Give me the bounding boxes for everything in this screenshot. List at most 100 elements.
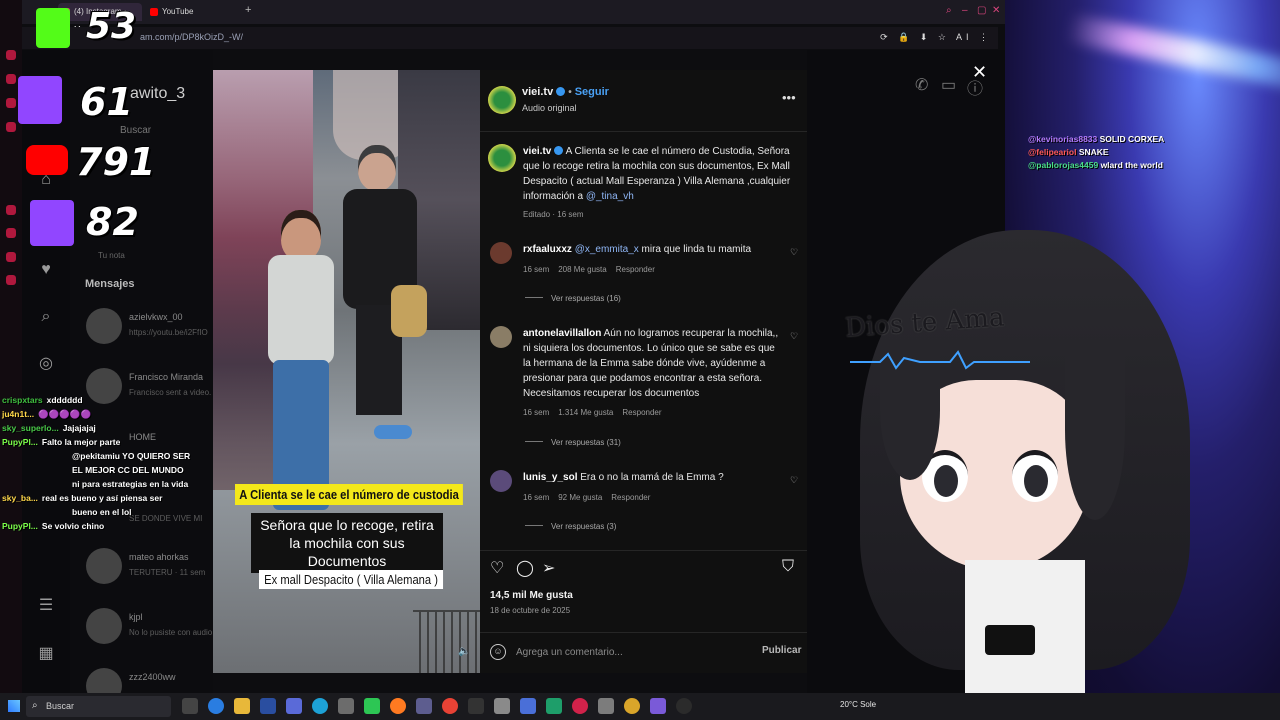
comment-time: 16 sem	[523, 265, 550, 274]
audio-link[interactable]: Audio original	[522, 103, 577, 113]
more-options-icon[interactable]: •••	[782, 90, 796, 105]
dm-item[interactable]: azielvkwx_00 https://youtu.be/i2FfIO	[86, 306, 213, 352]
phone-icon[interactable]: ✆	[915, 75, 928, 95]
app-icon[interactable]	[598, 698, 614, 714]
menu-icon[interactable]: ☰	[36, 596, 56, 616]
comment-text: antonelavillallon Aún no logramos recupe…	[523, 326, 783, 401]
publish-button[interactable]: Publicar	[762, 645, 801, 656]
app-icon[interactable]	[650, 698, 666, 714]
app-icon[interactable]	[286, 698, 302, 714]
apps-icon[interactable]: ▦	[36, 644, 56, 664]
search-icon[interactable]: ⌕	[36, 307, 56, 327]
sidebar-app-icon[interactable]	[6, 74, 16, 84]
dm-item[interactable]: mateo ahorkas TERUTERU · 11 sem	[86, 546, 213, 592]
new-tab-button[interactable]: +	[245, 4, 251, 16]
task-view-icon[interactable]	[182, 698, 198, 714]
like-comment-icon[interactable]: ♡	[790, 475, 798, 486]
note-label[interactable]: Tu nota	[98, 251, 125, 260]
app-icon[interactable]	[468, 698, 484, 714]
firefox-icon[interactable]	[390, 698, 406, 714]
explore-icon[interactable]: ◎	[36, 354, 56, 374]
avatar[interactable]	[488, 86, 516, 114]
dm-item[interactable]: kjpl No lo pusiste con audio	[86, 606, 213, 652]
like-comment-icon[interactable]: ♡	[790, 331, 798, 342]
comment-username[interactable]: antonelavillallon	[523, 328, 601, 339]
comment-likes[interactable]: 208 Me gusta	[558, 265, 606, 274]
file-explorer-icon[interactable]	[234, 698, 250, 714]
avatar[interactable]	[488, 144, 516, 172]
app-icon[interactable]	[338, 698, 354, 714]
app-icon[interactable]	[676, 698, 692, 714]
like-icon[interactable]: ♡	[490, 558, 504, 578]
sidebar-app-icon[interactable]	[6, 50, 16, 60]
like-comment-icon[interactable]: ♡	[790, 247, 798, 258]
app-icon[interactable]	[312, 698, 328, 714]
likes-count[interactable]: 14,5 mil Me gusta	[490, 590, 573, 601]
comment-username[interactable]: lunis_y_sol	[523, 472, 577, 483]
caption-username[interactable]: viei.tv	[523, 146, 551, 157]
edge-icon[interactable]	[208, 698, 224, 714]
sidebar-app-icon[interactable]	[6, 228, 16, 238]
search-input[interactable]: Buscar	[120, 125, 151, 136]
search-icon[interactable]: ⌕	[946, 5, 952, 16]
app-icon[interactable]	[494, 698, 510, 714]
chrome-icon[interactable]	[442, 698, 458, 714]
dm-name: Francisco Miranda	[129, 372, 204, 382]
taskbar-search[interactable]: ⌕ Buscar	[26, 696, 171, 717]
sidebar-app-icon[interactable]	[6, 205, 16, 215]
share-icon[interactable]: ➢	[542, 558, 555, 578]
opera-gx-icon[interactable]	[572, 698, 588, 714]
vscode-icon[interactable]	[260, 698, 276, 714]
mute-icon[interactable]: 🔈	[458, 646, 470, 657]
search-label: Buscar	[46, 701, 75, 711]
close-modal-icon[interactable]: ✕	[972, 62, 987, 83]
avatar[interactable]	[490, 242, 512, 264]
app-icon[interactable]	[520, 698, 536, 714]
comment-likes[interactable]: 92 Me gusta	[558, 493, 602, 502]
browser-window: (4) Instagram • Mens YouTube + ⌕ – ▢ ✕ a…	[0, 0, 1005, 704]
sidebar-app-icon[interactable]	[6, 252, 16, 262]
chat-text: Jajajajaj	[62, 423, 96, 433]
close-icon[interactable]: ✕	[992, 5, 1000, 16]
sidebar-app-icon[interactable]	[6, 122, 16, 132]
chat-message: sky_superlo... Jajajajaj	[2, 421, 217, 435]
reel-video[interactable]: A Clienta se le cae el número de custodi…	[213, 70, 480, 673]
comment-input[interactable]	[516, 641, 746, 663]
comments-list[interactable]: viei.tv A Clienta se le cae el número de…	[480, 132, 807, 550]
follow-button[interactable]: Seguir	[575, 86, 609, 98]
bookmark-icon[interactable]: ⛉	[782, 558, 794, 576]
emoji-icon[interactable]: ☺	[490, 644, 506, 660]
app-icon[interactable]	[624, 698, 640, 714]
post-username[interactable]: viei.tv	[522, 86, 553, 98]
reply-button[interactable]: Responder	[622, 408, 661, 417]
app-icon[interactable]	[364, 698, 380, 714]
minimize-icon[interactable]: –	[962, 5, 968, 16]
avatar[interactable]	[490, 470, 512, 492]
view-replies-button[interactable]: Ver respuestas (3)	[525, 522, 616, 531]
view-replies-button[interactable]: Ver respuestas (16)	[525, 294, 621, 303]
chat-message: crispxtars xdddddd	[2, 393, 217, 407]
sidebar-app-icon[interactable]	[6, 275, 16, 285]
mention-link[interactable]: @_tina_vh	[586, 191, 634, 202]
app-icon[interactable]	[416, 698, 432, 714]
comment-username[interactable]: rxfaaluxxz	[523, 244, 572, 255]
maximize-icon[interactable]: ▢	[977, 5, 986, 16]
avatar[interactable]	[490, 326, 512, 348]
video-call-icon[interactable]: ▭	[941, 75, 956, 95]
sidebar-app-icon[interactable]	[6, 98, 16, 108]
weather-widget[interactable]: 20°C Sole	[840, 700, 876, 709]
windows-start-icon[interactable]	[8, 700, 20, 712]
reply-button[interactable]: Responder	[616, 265, 655, 274]
account-username[interactable]: awito_3	[130, 85, 185, 103]
app-icon[interactable]	[546, 698, 562, 714]
toolbar-icons[interactable]: ⟳ 🔒 ⬇ ☆ AI ⋮	[880, 32, 992, 43]
tab-youtube[interactable]: YouTube	[146, 3, 236, 21]
comment-icon[interactable]: ◯	[516, 558, 534, 578]
view-replies-button[interactable]: Ver respuestas (31)	[525, 438, 621, 447]
comment-likes[interactable]: 1.314 Me gusta	[558, 408, 613, 417]
address-bar[interactable]: am.com/p/DP8kOizD_-W/ ⟳ 🔒 ⬇ ☆ AI ⋮	[22, 27, 998, 49]
chat-text: EL MEJOR CC DEL MUNDO	[72, 465, 184, 475]
mention-link[interactable]: @x_emmita_x	[575, 244, 639, 255]
reply-button[interactable]: Responder	[611, 493, 650, 502]
notifications-icon[interactable]: ♥	[36, 260, 56, 280]
